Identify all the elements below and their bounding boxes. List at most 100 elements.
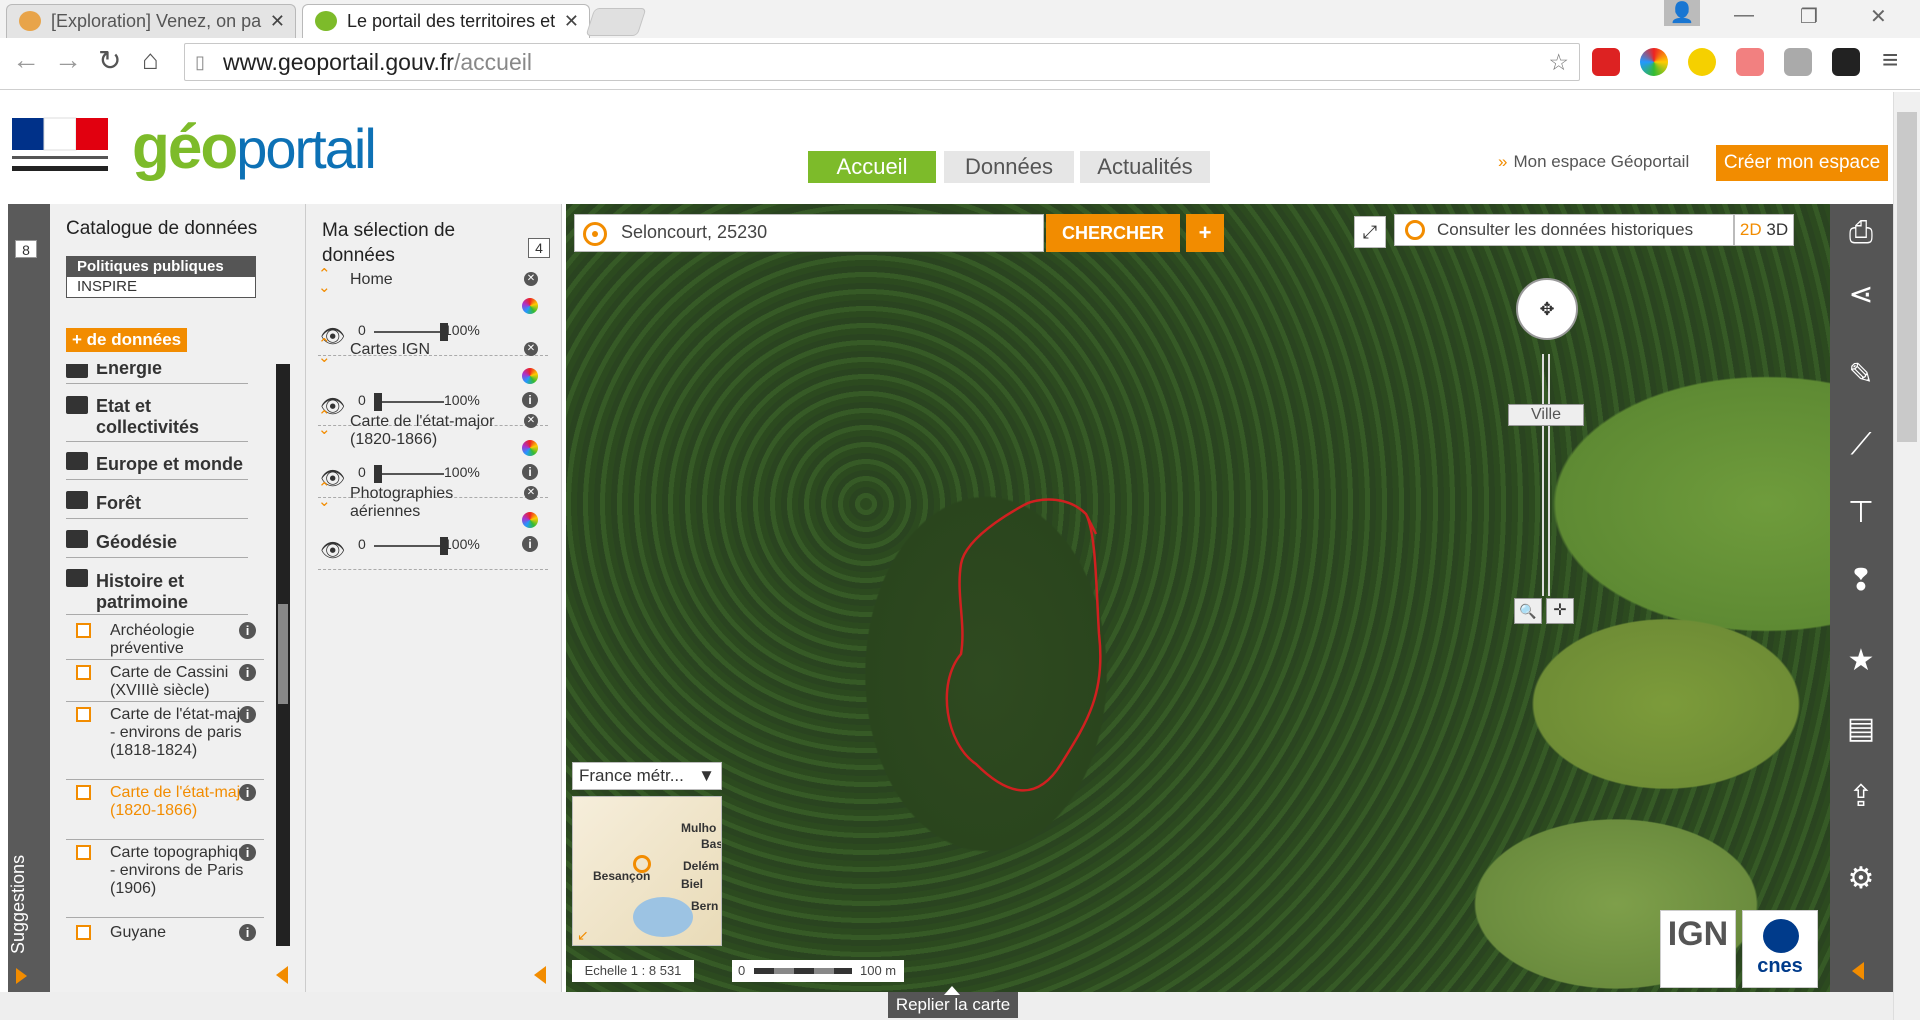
remove-layer-icon[interactable]: ✕ bbox=[524, 486, 538, 500]
info-icon[interactable]: i bbox=[239, 622, 256, 639]
more-data-button[interactable]: + de données bbox=[66, 328, 188, 352]
import-file-icon[interactable]: ⇪ bbox=[1842, 778, 1880, 816]
nav-accueil[interactable]: Accueil bbox=[808, 151, 936, 183]
info-icon[interactable]: i bbox=[522, 464, 538, 480]
page-scrollbar-thumb[interactable] bbox=[1897, 112, 1917, 442]
folder-energie[interactable]: Énergie bbox=[66, 364, 248, 384]
zoom-level-label[interactable]: Ville bbox=[1508, 404, 1584, 426]
opacity-slider-track[interactable] bbox=[374, 545, 444, 547]
color-wheel-icon[interactable] bbox=[522, 298, 538, 314]
create-space-button[interactable]: Créer mon espace bbox=[1716, 145, 1888, 181]
close-tab-icon[interactable]: ✕ bbox=[564, 5, 579, 37]
visibility-eye-icon[interactable]: 👁 bbox=[320, 538, 345, 563]
reorder-arrows-icon[interactable]: ⌃ ⌄ bbox=[318, 267, 331, 295]
close-window-icon[interactable]: ✕ bbox=[1870, 4, 1887, 29]
collapse-tools-icon[interactable] bbox=[1852, 962, 1864, 980]
zoom-slider[interactable] bbox=[1542, 354, 1550, 596]
catalogue-list[interactable]: Énergie Etat et collectivités Europe et … bbox=[50, 364, 306, 946]
color-wheel-icon[interactable] bbox=[522, 440, 538, 456]
advanced-search-button[interactable]: + bbox=[1186, 214, 1224, 252]
zoom-box-icon[interactable]: 🔍 bbox=[1514, 598, 1542, 624]
bookmark-star-icon[interactable]: ☆ bbox=[1548, 44, 1569, 80]
info-icon[interactable]: i bbox=[239, 664, 256, 681]
overview-map[interactable]: Besançon Mulho Bas Delém Biel Bern ↙ bbox=[572, 796, 722, 946]
restore-icon[interactable]: ❐ bbox=[1800, 4, 1818, 29]
pacman-extension-icon[interactable] bbox=[1688, 48, 1716, 76]
opacity-slider-handle[interactable] bbox=[374, 465, 382, 483]
reorder-arrows-icon[interactable]: ⌃ ⌄ bbox=[318, 337, 331, 365]
collapse-catalogue-icon[interactable] bbox=[276, 966, 288, 984]
catalogue-item[interactable]: Carte de Cassini (XVIIIè siècle) i bbox=[66, 662, 264, 702]
add-layer-icon[interactable] bbox=[76, 707, 91, 722]
favorites-star-icon[interactable]: ★ bbox=[1842, 642, 1880, 680]
adblock-extension-icon[interactable] bbox=[1592, 48, 1620, 76]
add-layer-icon[interactable] bbox=[76, 623, 91, 638]
collapse-overview-icon[interactable]: ↙ bbox=[577, 927, 589, 944]
search-input[interactable]: Seloncourt, 25230 bbox=[621, 222, 767, 243]
remove-layer-icon[interactable]: ✕ bbox=[524, 414, 538, 428]
pan-control[interactable]: ✥ bbox=[1516, 278, 1578, 340]
opacity-slider-track[interactable] bbox=[374, 473, 444, 475]
catalogue-item[interactable]: Archéologie préventive i bbox=[66, 620, 264, 660]
info-icon[interactable]: i bbox=[239, 924, 256, 941]
map-view[interactable]: Seloncourt, 25230 CHERCHER + ⤢ Consulter… bbox=[566, 204, 1830, 992]
info-icon[interactable]: i bbox=[239, 706, 256, 723]
close-tab-icon[interactable]: ✕ bbox=[270, 5, 285, 37]
catalogue-scrollbar-thumb[interactable] bbox=[278, 604, 288, 704]
reorder-arrows-icon[interactable]: ⌃ ⌄ bbox=[318, 409, 331, 437]
folder-etat-collectivites[interactable]: Etat et collectivités bbox=[66, 394, 248, 442]
catalogue-item-selected[interactable]: Carte de l'état-major (1820-1866) i bbox=[66, 782, 264, 840]
historical-data-button[interactable]: Consulter les données historiques bbox=[1394, 214, 1734, 246]
add-layer-icon[interactable] bbox=[76, 925, 91, 940]
extension-icon[interactable] bbox=[1736, 48, 1764, 76]
ign-logo[interactable]: IGN bbox=[1660, 910, 1736, 988]
address-bar[interactable]: ▯ www.geoportail.gouv.fr/accueil ☆ bbox=[184, 43, 1580, 81]
forward-icon[interactable]: → bbox=[54, 44, 82, 76]
browser-tab-geoportail[interactable]: Le portail des territoires et ✕ bbox=[302, 4, 590, 38]
collapse-selection-icon[interactable] bbox=[534, 966, 546, 984]
print-icon[interactable]: ⎙ bbox=[1842, 214, 1880, 252]
layer-added-icon[interactable] bbox=[76, 785, 91, 800]
info-icon[interactable]: i bbox=[239, 844, 256, 861]
info-icon[interactable]: i bbox=[239, 784, 256, 801]
opacity-slider-track[interactable] bbox=[374, 331, 444, 333]
opacity-slider-track[interactable] bbox=[374, 401, 444, 403]
minimize-icon[interactable]: — bbox=[1734, 4, 1754, 27]
folder-europe-monde[interactable]: Europe et monde bbox=[66, 450, 248, 480]
fullscreen-icon[interactable]: ⤢ bbox=[1354, 216, 1386, 248]
back-icon[interactable]: ← bbox=[12, 44, 40, 76]
extension-icon[interactable] bbox=[1784, 48, 1812, 76]
report-icon[interactable]: ❢ bbox=[1842, 562, 1880, 600]
folder-histoire-patrimoine[interactable]: Histoire et patrimoine bbox=[66, 567, 248, 615]
folder-geodesie[interactable]: Géodésie bbox=[66, 528, 248, 558]
menu-icon[interactable]: ≡ bbox=[1882, 44, 1898, 76]
home-icon[interactable]: ⌂ bbox=[142, 44, 159, 76]
folder-foret[interactable]: Forêt bbox=[66, 489, 248, 519]
color-wheel-icon[interactable] bbox=[522, 512, 538, 528]
profile-icon[interactable]: 👤 bbox=[1664, 0, 1700, 26]
reorder-arrows-icon[interactable]: ⌃ ⌄ bbox=[318, 481, 331, 509]
browser-tab-exploration[interactable]: [Exploration] Venez, on pa ✕ bbox=[6, 4, 296, 38]
color-wheel-icon[interactable] bbox=[522, 368, 538, 384]
place-search-box[interactable]: Seloncourt, 25230 bbox=[574, 214, 1044, 252]
add-layer-icon[interactable] bbox=[76, 845, 91, 860]
info-icon[interactable]: i bbox=[522, 392, 538, 408]
geolocate-icon[interactable] bbox=[583, 222, 607, 246]
info-icon[interactable]: i bbox=[522, 536, 538, 552]
extension-icon[interactable] bbox=[1640, 48, 1668, 76]
new-tab-button[interactable] bbox=[585, 8, 647, 36]
catalogue-item[interactable]: Guyane i bbox=[66, 922, 264, 946]
map-book-icon[interactable]: ▤ bbox=[1842, 710, 1880, 748]
remove-layer-icon[interactable]: ✕ bbox=[524, 342, 538, 356]
my-space-link[interactable]: » Mon espace Géoportail bbox=[1498, 152, 1689, 172]
nav-actualites[interactable]: Actualités bbox=[1080, 151, 1210, 183]
settings-gear-icon[interactable]: ⚙ bbox=[1842, 860, 1880, 898]
search-button[interactable]: CHERCHER bbox=[1046, 214, 1180, 252]
opacity-slider-handle[interactable] bbox=[374, 393, 382, 411]
catalogue-item[interactable]: Carte de l'état-major - environs de pari… bbox=[66, 704, 264, 780]
collapse-map-button[interactable]: Replier la carte bbox=[888, 992, 1018, 1018]
geoportail-logo[interactable]: géoportail bbox=[132, 108, 377, 188]
mode-3d-button[interactable]: 3D bbox=[1766, 220, 1788, 239]
catalogue-item[interactable]: Carte topographique - environs de Paris … bbox=[66, 842, 264, 918]
center-map-icon[interactable]: ✛ bbox=[1546, 598, 1574, 624]
